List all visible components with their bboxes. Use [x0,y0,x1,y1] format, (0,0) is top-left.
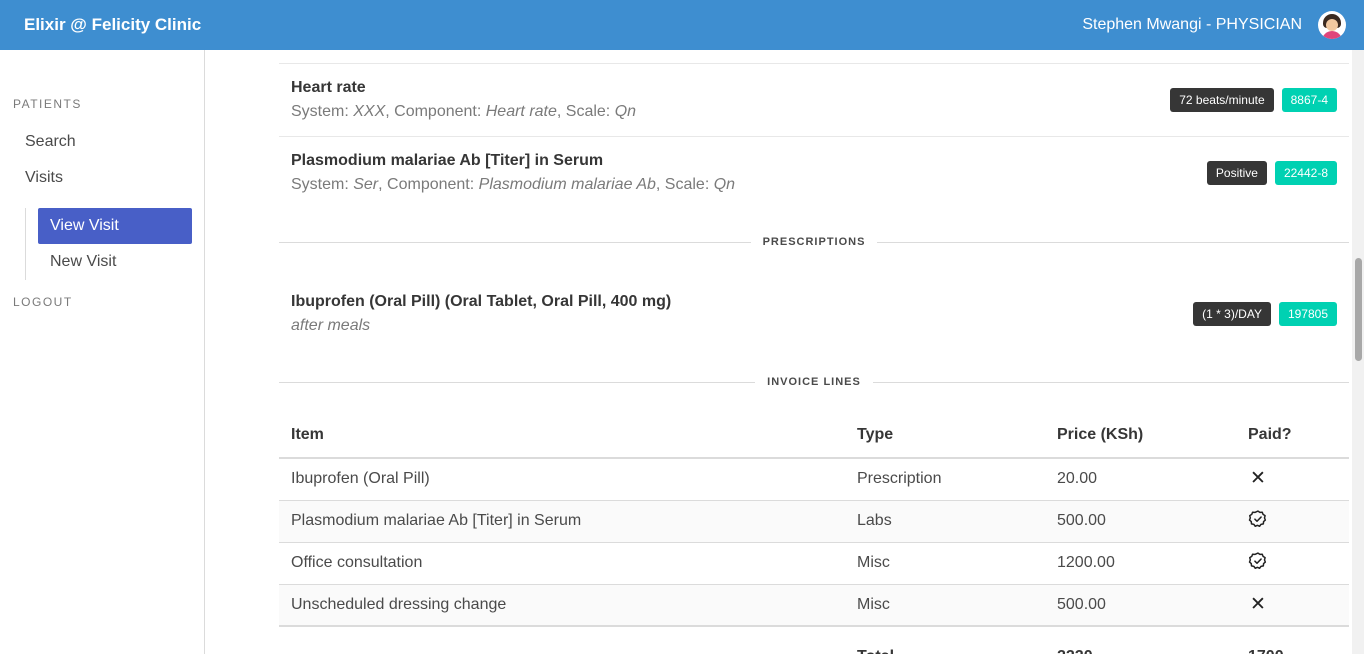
column-header-price: Price (KSh) [1045,413,1236,459]
prescription-code-tag: 197805 [1278,302,1337,326]
cell-item: Plasmodium malariae Ab [Titer] in Serum [279,500,845,543]
cell-type: Prescription [845,458,1045,501]
observation-details: System: Ser, Component: Plasmodium malar… [291,176,736,193]
cell-type: Misc [845,584,1045,627]
sidebar-item-visits[interactable]: Visits [13,160,75,196]
column-header-item: Item [279,413,845,459]
footer-empty [279,625,845,654]
footer-price-total: 2220 [1045,625,1236,654]
cell-paid: ✕ [1236,584,1349,627]
page-scrollbar[interactable] [1352,50,1364,654]
footer-total-label: Total [845,625,1045,654]
observation-tags: 72 beats/minute 8867-4 [1170,88,1337,112]
table-row: Plasmodium malariae Ab [Titer] in Serum … [279,500,1349,543]
footer-paid-total: 1700 [1236,625,1349,654]
cell-paid: ✕ [1236,458,1349,501]
cell-item: Unscheduled dressing change [279,584,845,627]
invoice-heading: INVOICE LINES [767,376,861,388]
table-row: Office consultation Misc 1200.00 [279,542,1349,585]
sidebar-item-logout[interactable]: LOGOUT [13,295,73,309]
sidebar-item-view-visit[interactable]: View Visit [38,208,192,244]
observation-item: Heart rate System: XXX, Component: Heart… [279,64,1349,136]
check-badge-icon[interactable] [1248,551,1268,571]
table-row: Unscheduled dressing change Misc 500.00 … [279,584,1349,627]
observation-details: System: XXX, Component: Heart rate, Scal… [291,103,637,120]
navbar-user-area: Stephen Mwangi - PHYSICIAN [1082,11,1364,39]
cell-price: 500.00 [1045,500,1236,543]
cell-type: Misc [845,542,1045,585]
observation-code-tag: 22442-8 [1274,161,1337,185]
menu-label-patients: PATIENTS [13,97,82,111]
observation-code-tag: 8867-4 [1281,88,1337,112]
sidebar-item-search[interactable]: Search [13,124,88,160]
user-name[interactable]: Stephen Mwangi - PHYSICIAN [1082,16,1302,34]
check-badge-icon[interactable] [1248,509,1268,529]
cell-item: Office consultation [279,542,845,585]
observation-value-tag: Positive [1206,161,1267,185]
cell-paid [1236,500,1349,543]
top-navbar: Elixir @ Felicity Clinic Stephen Mwangi … [0,0,1364,50]
observation-title: Plasmodium malariae Ab [Titer] in Serum [291,152,604,169]
table-row: Ibuprofen (Oral Pill) Prescription 20.00… [279,458,1349,501]
prescriptions-heading: PRESCRIPTIONS [762,236,866,248]
prescription-item: Ibuprofen (Oral Pill) (Oral Tablet, Oral… [279,278,1349,350]
scrollbar-thumb[interactable] [1355,258,1362,361]
prescription-tags: (1 * 3)/DAY 197805 [1193,302,1337,326]
cell-type: Labs [845,500,1045,543]
observation-title: Heart rate [291,79,366,96]
cell-paid [1236,542,1349,585]
observation-item: Plasmodium malariae Ab [Titer] in Serum … [279,137,1349,209]
column-header-type: Type [845,413,1045,459]
submenu-divider [25,208,26,280]
prescription-title: Ibuprofen (Oral Pill) (Oral Tablet, Oral… [291,293,672,310]
table-header-row: Item Type Price (KSh) Paid? [279,413,1349,459]
observation-value-tag: 72 beats/minute [1170,88,1274,112]
sidebar: PATIENTS Search Visits View Visit New Vi… [0,50,205,654]
prescriptions-divider: PRESCRIPTIONS [279,236,1350,248]
prescription-note: after meals [291,317,371,334]
close-icon[interactable]: ✕ [1248,594,1268,615]
cell-price: 1200.00 [1045,542,1236,585]
close-icon[interactable]: ✕ [1248,469,1268,489]
invoice-table: Item Type Price (KSh) Paid? Ibuprofen (O… [279,413,1349,654]
visit-detail-content: Heart rate System: XXX, Component: Heart… [279,50,1350,654]
cell-price: 20.00 [1045,458,1236,501]
prescription-frequency-tag: (1 * 3)/DAY [1193,302,1271,326]
user-avatar-icon[interactable] [1318,11,1346,39]
brand-title[interactable]: Elixir @ Felicity Clinic [0,15,201,35]
sidebar-item-new-visit[interactable]: New Visit [38,244,128,280]
cell-price: 500.00 [1045,584,1236,627]
column-header-paid: Paid? [1236,413,1349,459]
table-footer-row: Total 2220 1700 [279,625,1349,654]
invoice-divider: INVOICE LINES [279,376,1349,388]
observation-tags: Positive 22442-8 [1206,161,1337,185]
cell-item: Ibuprofen (Oral Pill) [279,458,845,501]
